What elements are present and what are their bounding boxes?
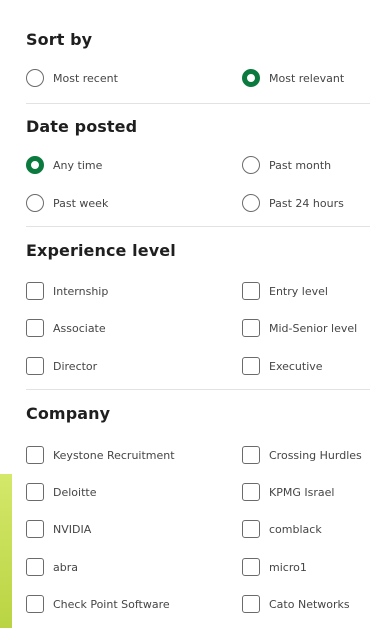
option-label: Past month — [269, 158, 332, 172]
experience-option-executive[interactable]: Executive — [242, 357, 323, 375]
sort-by-title: Sort by — [26, 30, 93, 49]
checkbox-icon[interactable] — [26, 558, 44, 576]
option-label: Entry level — [269, 284, 328, 298]
checkbox-icon[interactable] — [26, 319, 44, 337]
checkbox-icon[interactable] — [242, 520, 260, 538]
option-label: Check Point Software — [53, 597, 170, 611]
experience-option-internship[interactable]: Internship — [26, 282, 108, 300]
company-option-crossing-hurdles[interactable]: Crossing Hurdles — [242, 446, 362, 464]
option-label: abra — [53, 560, 78, 574]
option-label: Associate — [53, 321, 106, 335]
divider — [26, 103, 370, 104]
radio-selected-icon[interactable] — [26, 156, 44, 174]
checkbox-icon[interactable] — [242, 319, 260, 337]
experience-option-mid-senior-level[interactable]: Mid-Senior level — [242, 319, 357, 337]
radio-icon[interactable] — [26, 69, 44, 87]
checkbox-icon[interactable] — [26, 520, 44, 538]
option-label: Deloitte — [53, 485, 97, 499]
radio-icon[interactable] — [242, 156, 260, 174]
company-option-abra[interactable]: abra — [26, 558, 78, 576]
company-option-nvidia[interactable]: NVIDIA — [26, 520, 91, 538]
checkbox-icon[interactable] — [242, 282, 260, 300]
divider — [26, 389, 370, 390]
date-option-past-month[interactable]: Past month — [242, 156, 331, 174]
radio-icon[interactable] — [26, 194, 44, 212]
experience-option-entry-level[interactable]: Entry level — [242, 282, 328, 300]
company-option-kpmg-israel[interactable]: KPMG Israel — [242, 483, 334, 501]
option-label: Internship — [53, 284, 109, 298]
option-label: Cato Networks — [269, 597, 350, 611]
company-option-deloitte[interactable]: Deloitte — [26, 483, 96, 501]
option-label: Past 24 hours — [269, 196, 344, 210]
option-label: Mid-Senior level — [269, 321, 358, 335]
company-option-check-point-software[interactable]: Check Point Software — [26, 595, 170, 613]
option-label: Any time — [53, 158, 103, 172]
divider — [26, 226, 370, 227]
checkbox-icon[interactable] — [26, 357, 44, 375]
option-label: Director — [53, 359, 98, 373]
option-label: NVIDIA — [53, 522, 92, 536]
date-posted-title: Date posted — [26, 117, 138, 136]
option-label: Keystone Recruitment — [53, 448, 175, 462]
sort-option-most-relevant[interactable]: Most relevant — [242, 69, 344, 87]
experience-option-director[interactable]: Director — [26, 357, 97, 375]
radio-icon[interactable] — [242, 194, 260, 212]
checkbox-icon[interactable] — [242, 357, 260, 375]
experience-level-title: Experience level — [26, 241, 176, 260]
option-label: Executive — [269, 359, 323, 373]
filter-panel: Sort by Most recent Most relevant Date p… — [12, 0, 373, 628]
date-option-past-week[interactable]: Past week — [26, 194, 108, 212]
checkbox-icon[interactable] — [242, 558, 260, 576]
company-option-comblack[interactable]: comblack — [242, 520, 322, 538]
option-label: Most relevant — [269, 71, 345, 85]
option-label: Most recent — [53, 71, 118, 85]
checkbox-icon[interactable] — [242, 446, 260, 464]
checkbox-icon[interactable] — [242, 483, 260, 501]
checkbox-icon[interactable] — [242, 595, 260, 613]
side-accent-stripe — [0, 474, 12, 628]
option-label: Past week — [53, 196, 109, 210]
sort-option-most-recent[interactable]: Most recent — [26, 69, 118, 87]
checkbox-icon[interactable] — [26, 595, 44, 613]
experience-option-associate[interactable]: Associate — [26, 319, 106, 337]
checkbox-icon[interactable] — [26, 282, 44, 300]
company-title: Company — [26, 404, 111, 423]
checkbox-icon[interactable] — [26, 446, 44, 464]
option-label: comblack — [269, 522, 322, 536]
date-option-past-24-hours[interactable]: Past 24 hours — [242, 194, 344, 212]
date-option-any-time[interactable]: Any time — [26, 156, 102, 174]
checkbox-icon[interactable] — [26, 483, 44, 501]
option-label: KPMG Israel — [269, 485, 335, 499]
company-option-micro1[interactable]: micro1 — [242, 558, 307, 576]
option-label: micro1 — [269, 560, 307, 574]
radio-selected-icon[interactable] — [242, 69, 260, 87]
option-label: Crossing Hurdles — [269, 448, 362, 462]
company-option-keystone-recruitment[interactable]: Keystone Recruitment — [26, 446, 175, 464]
company-option-cato-networks[interactable]: Cato Networks — [242, 595, 350, 613]
